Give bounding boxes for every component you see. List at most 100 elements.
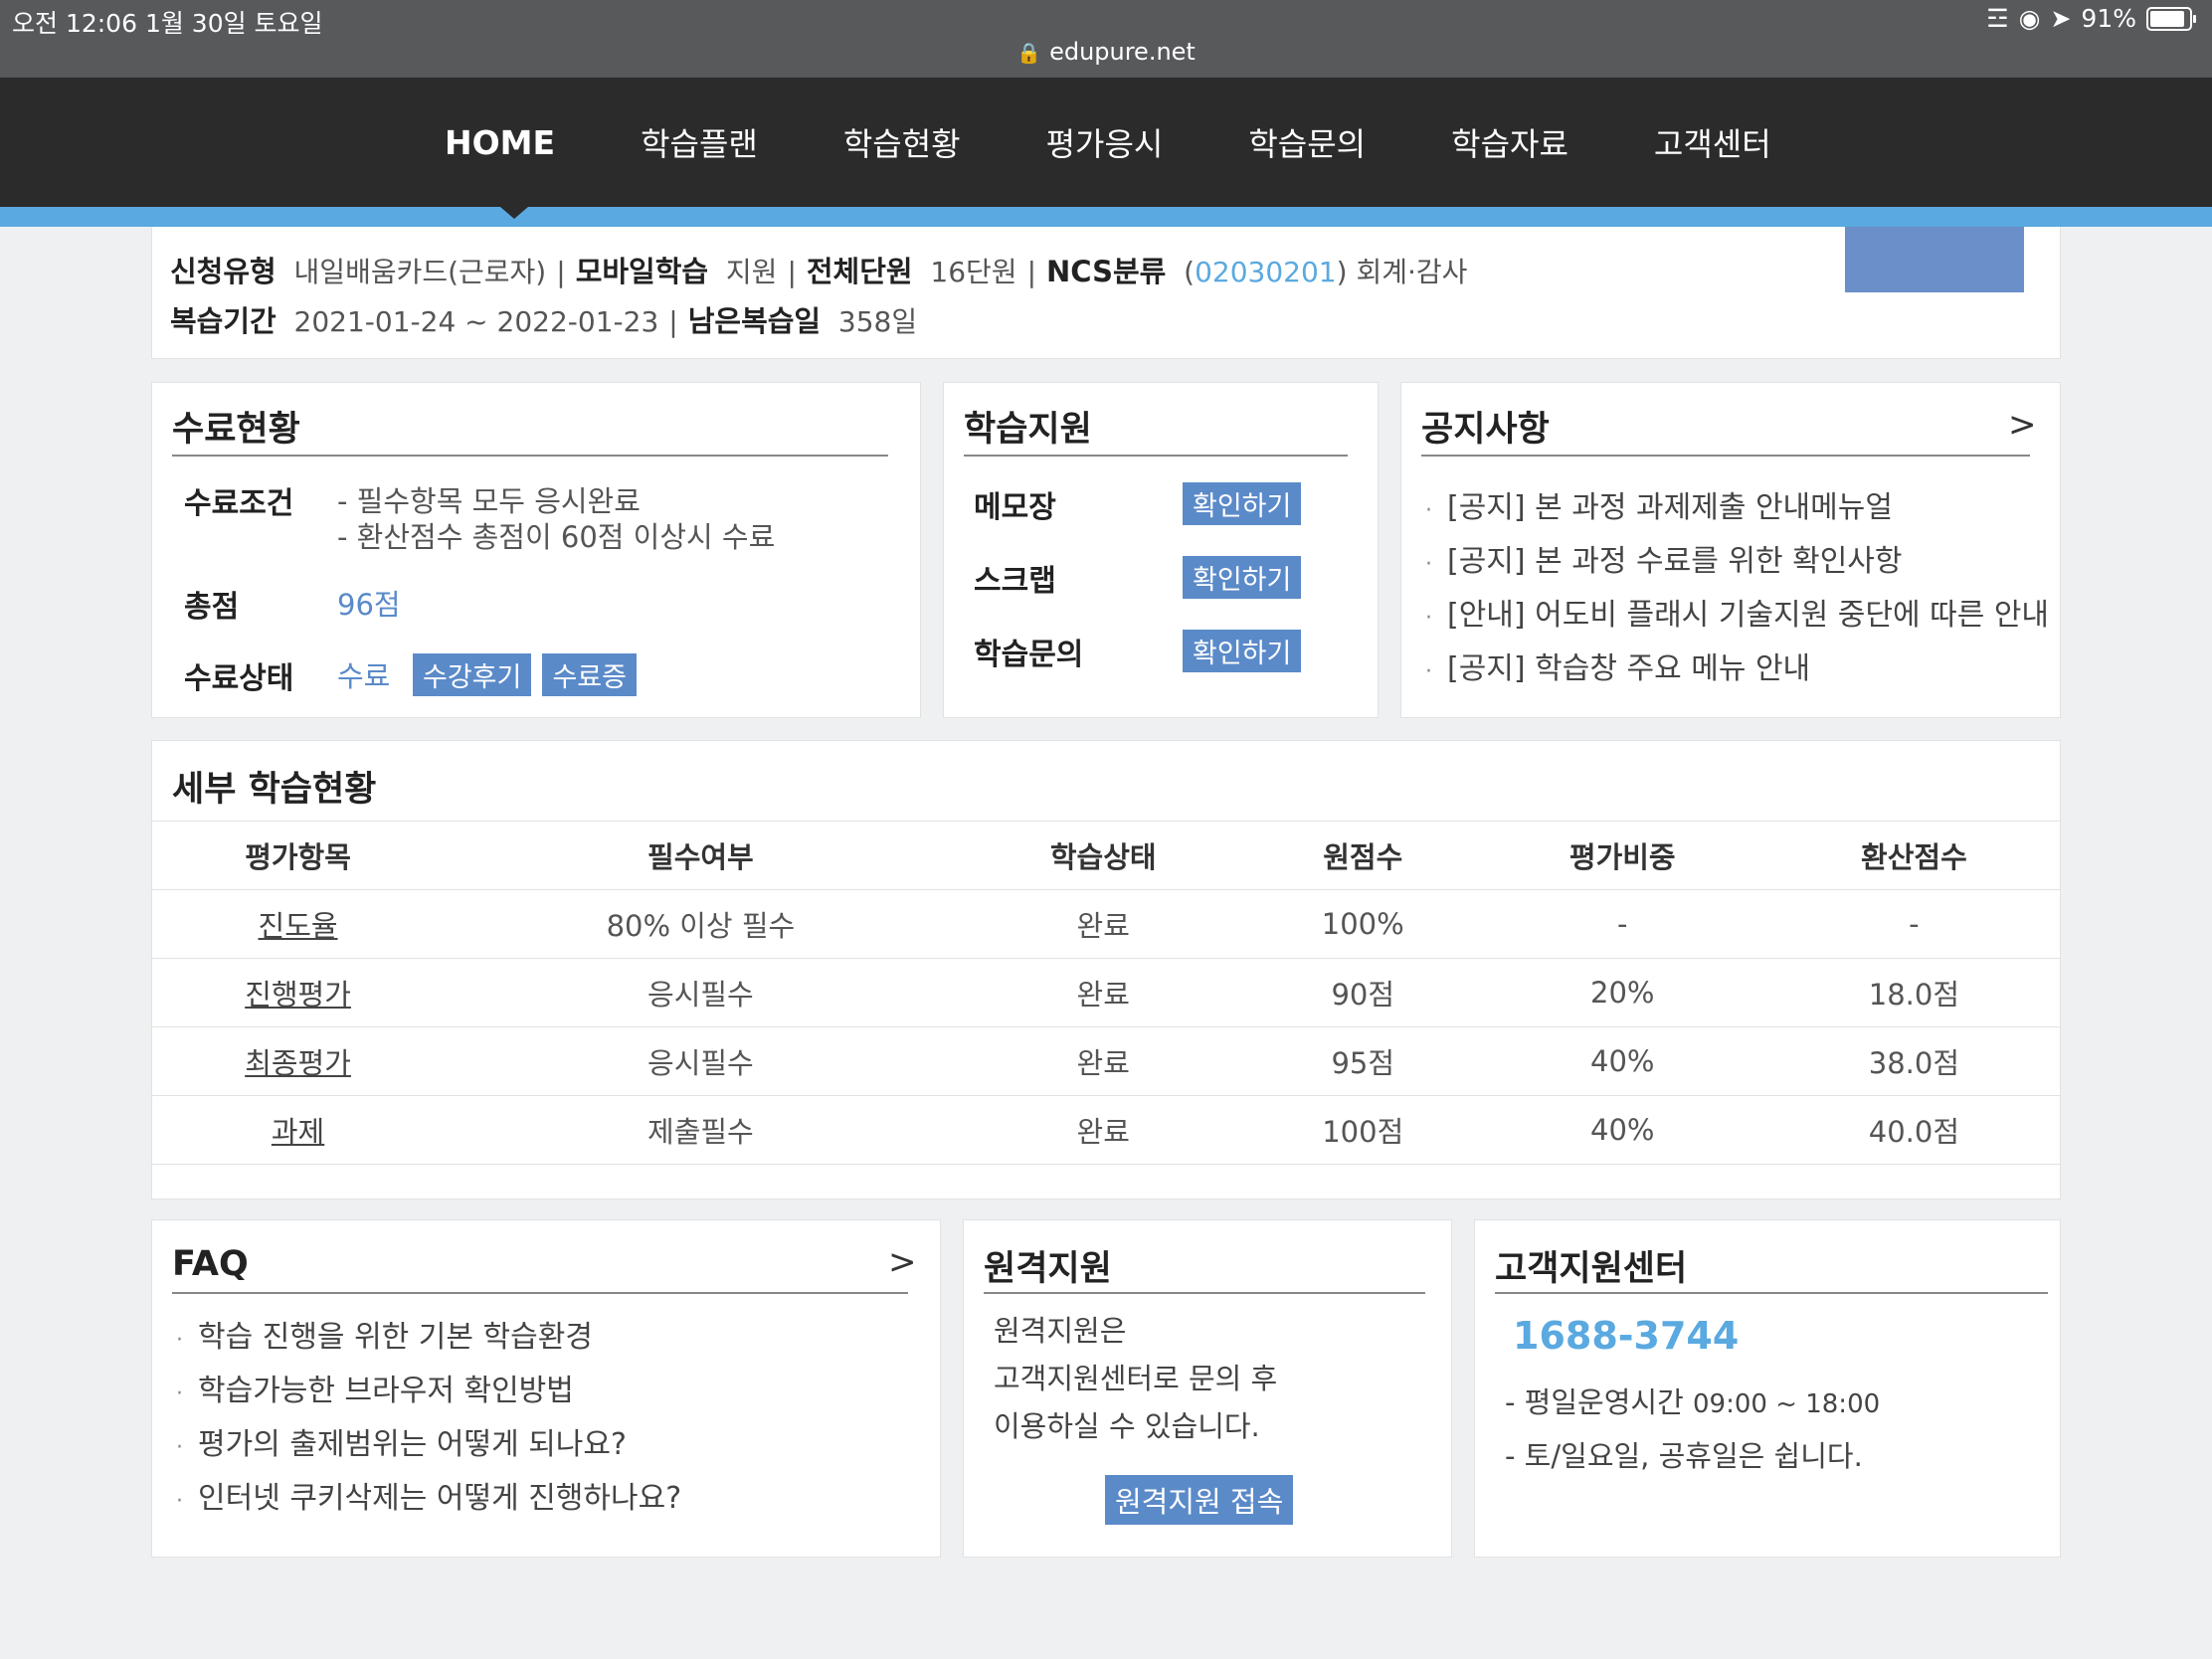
- eval-item-link[interactable]: 최종평가: [152, 1026, 445, 1096]
- ncs-code: 02030201: [1195, 256, 1337, 288]
- course-info: 신청유형 내일배움카드(근로자) | 모바일학습 지원 | 전체단원 16단원 | NCS분…: [151, 227, 2061, 359]
- ncs-paren-open: (: [1184, 256, 1196, 288]
- remaining-days-label: 남은복습일: [687, 304, 822, 338]
- nav-home[interactable]: HOME: [445, 123, 555, 162]
- table-cell: 90점: [1248, 958, 1477, 1027]
- inquiry-label: 학습문의: [974, 638, 1084, 672]
- cs-title: 고객지원센터: [1495, 1249, 1688, 1289]
- nav-exam[interactable]: 평가응시: [1046, 119, 1164, 165]
- ncs-label: NCS분류: [1046, 255, 1167, 288]
- nav-materials[interactable]: 학습자료: [1451, 119, 1568, 165]
- total-value: 96점: [337, 588, 401, 622]
- notice-item[interactable]: · [공지] 학습창 주요 메뉴 안내: [1425, 644, 2049, 697]
- notice-item[interactable]: · [공지] 본 과정 과제제출 안내메뉴얼: [1425, 482, 2049, 536]
- title-underline: [172, 1292, 908, 1294]
- certificate-button[interactable]: 수료증: [542, 653, 637, 696]
- nav-study-status[interactable]: 학습현황: [843, 119, 961, 165]
- memo-label: 메모장: [974, 490, 1056, 525]
- remote-title: 원격지원: [984, 1249, 1112, 1289]
- lock-rotation-icon: ◉: [2018, 4, 2041, 33]
- faq-item[interactable]: · 인터넷 쿠키삭제는 어떻게 진행하나요?: [176, 1473, 681, 1527]
- col-raw-score: 원점수: [1248, 821, 1477, 890]
- faq-item[interactable]: · 학습 진행을 위한 기본 학습환경: [176, 1312, 681, 1366]
- table-cell: 완료: [957, 889, 1249, 959]
- status-bar: 오전 12:06 1월 30일 토요일 🔒 edupure.net ☲ ◉ ➤ 9…: [0, 0, 2212, 78]
- notice-card: 공지사항 > · [공지] 본 과정 과제제출 안내메뉴얼 · [공지] 본 과정 …: [1400, 382, 2061, 718]
- notice-item[interactable]: · [공지] 본 과정 수료를 위한 확인사항: [1425, 536, 2049, 590]
- faq-more-button[interactable]: >: [888, 1242, 917, 1282]
- apply-type-value: 내일배움카드(근로자): [293, 256, 547, 288]
- detail-title: 세부 학습현황: [172, 770, 377, 810]
- remaining-days-value: 358일: [837, 305, 918, 338]
- wifi-icon: ☲: [1986, 4, 2009, 33]
- notice-item[interactable]: · [안내] 어도비 플래시 기술지원 중단에 따른 안내: [1425, 590, 2049, 644]
- cs-hours-label: - 평일운영시간: [1505, 1385, 1684, 1419]
- table-cell: -: [1476, 889, 1768, 959]
- faq-list: · 학습 진행을 위한 기본 학습환경 · 학습가능한 브라우저 확인방법 · 평가의…: [176, 1312, 681, 1527]
- scrap-label: 스크랩: [974, 564, 1056, 599]
- active-tab-indicator: [500, 207, 528, 219]
- cs-hours: - 평일운영시간 09:00 ~ 18:00: [1505, 1380, 1880, 1421]
- eval-item-link[interactable]: 진행평가: [152, 958, 445, 1027]
- review-period-value: 2021-01-24 ~ 2022-01-23: [293, 305, 659, 338]
- col-required: 필수여부: [444, 821, 958, 890]
- inquiry-check-button[interactable]: 확인하기: [1183, 630, 1302, 672]
- status-value: 수료: [337, 659, 391, 693]
- table-cell: 40.0점: [1767, 1095, 2060, 1165]
- condition-label: 수료조건: [184, 486, 294, 521]
- course-info-row-1: 신청유형 내일배움카드(근로자) | 모바일학습 지원 | 전체단원 16단원 | NCS분…: [170, 255, 1468, 288]
- eval-item-link[interactable]: 진도율: [152, 889, 445, 959]
- title-underline: [964, 455, 1348, 457]
- remote-line-1: 원격지원은: [994, 1314, 1127, 1348]
- status-time: 오전 12:06 1월 30일 토요일: [12, 9, 323, 38]
- notice-list: · [공지] 본 과정 과제제출 안내메뉴얼 · [공지] 본 과정 수료를 위한 …: [1425, 482, 2049, 697]
- support-card: 학습지원 메모장 확인하기 스크랩 확인하기 학습문의 확인하기: [943, 382, 1379, 718]
- course-info-row-2: 복습기간 2021-01-24 ~ 2022-01-23 | 남은복습일 358일: [170, 304, 918, 338]
- faq-item[interactable]: · 학습가능한 브라우저 확인방법: [176, 1366, 681, 1419]
- detail-card: 세부 학습현황 평가항목 필수여부 학습상태 원점수 평가비중 환산점수 진도율…: [151, 740, 2061, 1202]
- table-cell: 100%: [1248, 889, 1477, 959]
- nav-customer-center[interactable]: 고객센터: [1654, 119, 1771, 165]
- completion-buttons: 수강후기 수료증: [413, 653, 637, 696]
- lock-icon: 🔒: [1016, 41, 1042, 65]
- table-cell: 응시필수: [444, 958, 958, 1027]
- status-icons: ☲ ◉ ➤ 91%: [1986, 4, 2196, 33]
- table-cell: 완료: [957, 958, 1249, 1027]
- units-label: 전체단원: [806, 255, 913, 288]
- title-underline: [1421, 455, 2030, 457]
- cs-holiday: - 토/일요일, 공휴일은 쉽니다.: [1505, 1439, 1863, 1473]
- faq-title: FAQ: [172, 1244, 249, 1284]
- nav-accent-bar: [0, 207, 2212, 227]
- url-text: edupure.net: [1049, 38, 1196, 66]
- status-label: 수료상태: [184, 661, 294, 696]
- eval-item-link[interactable]: 과제: [152, 1095, 445, 1165]
- memo-check-button[interactable]: 확인하기: [1183, 482, 1302, 525]
- review-period-label: 복습기간: [170, 304, 276, 338]
- col-eval-item: 평가항목: [152, 821, 445, 890]
- title-underline: [984, 1292, 1425, 1294]
- completion-title: 수료현황: [172, 410, 300, 450]
- table-spacer-row: [152, 1164, 2060, 1202]
- remote-connect-button[interactable]: 원격지원 접속: [1105, 1475, 1294, 1525]
- table-cell: 18.0점: [1767, 958, 2060, 1027]
- scrap-check-button[interactable]: 확인하기: [1183, 556, 1302, 599]
- faq-item[interactable]: · 평가의 출제범위는 어떻게 되나요?: [176, 1419, 681, 1473]
- course-review-button[interactable]: 수강후기: [413, 653, 532, 696]
- battery-icon: [2146, 6, 2196, 31]
- nav-inquiry[interactable]: 학습문의: [1248, 119, 1366, 165]
- notice-title: 공지사항: [1421, 410, 1550, 450]
- cs-phone[interactable]: 1688-3744: [1513, 1314, 1739, 1358]
- address-bar[interactable]: 🔒 edupure.net: [0, 38, 2212, 66]
- battery-percent: 91%: [2081, 4, 2136, 33]
- table-row: 진행평가 응시필수 완료 90점 20% 18.0점: [152, 958, 2060, 1027]
- ncs-paren-close: ): [1336, 256, 1348, 288]
- table-cell: 완료: [957, 1095, 1249, 1165]
- notice-more-button[interactable]: >: [2008, 405, 2037, 445]
- course-thumbnail: [1845, 227, 2024, 292]
- table-row: 과제 제출필수 완료 100점 40% 40.0점: [152, 1095, 2060, 1165]
- nav-study-plan[interactable]: 학습플랜: [641, 119, 758, 165]
- customer-support-card: 고객지원센터 1688-3744 - 평일운영시간 09:00 ~ 18:00 …: [1474, 1219, 2061, 1558]
- apply-type-label: 신청유형: [170, 255, 276, 288]
- table-cell: 40%: [1476, 1095, 1768, 1165]
- mobile-value: 지원: [725, 256, 778, 288]
